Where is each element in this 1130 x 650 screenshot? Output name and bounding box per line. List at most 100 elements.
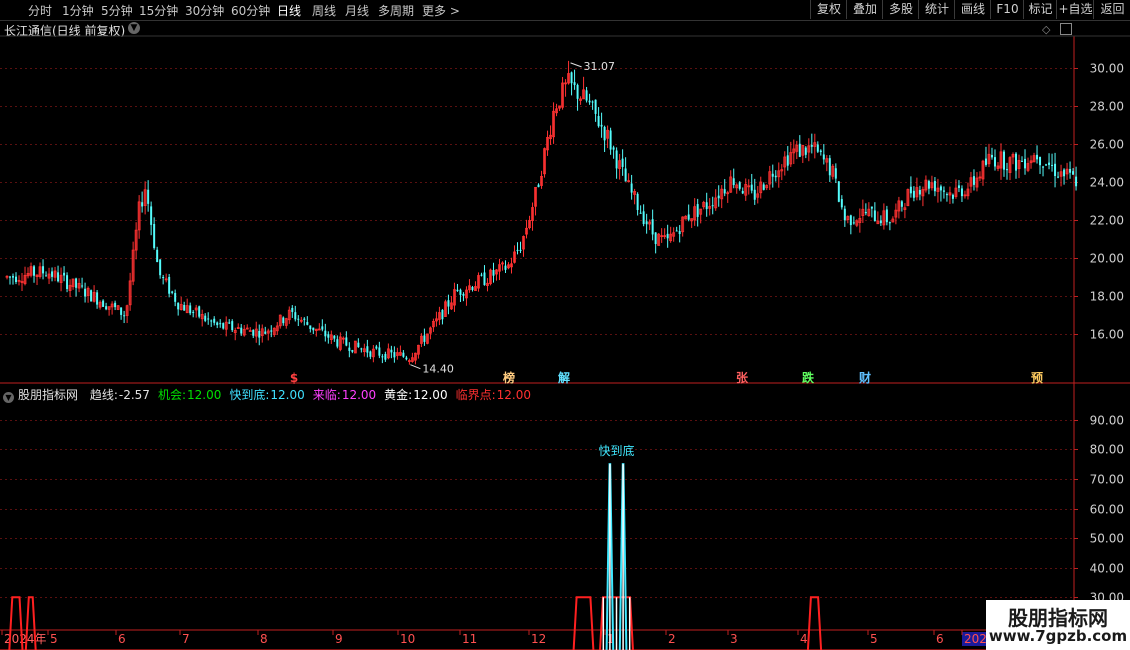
low-pointer [410,364,421,370]
candle-body [459,289,462,295]
candle-body [47,273,51,279]
candle-body [531,207,534,221]
candle-body [645,221,648,225]
candle-body [549,134,552,140]
signal-label: 快到底 [598,443,634,458]
indicator-pulse [605,463,615,650]
candle-body [627,180,631,183]
period-toolbar: 分时 1分钟 5分钟 15分钟 30分钟 60分钟 日线 周线 月线 多周期 更多 > 复权 叠加 多股统… [0,0,1130,21]
x-tick-label: 1 [607,632,615,646]
y-tick-label: 30.00 [1090,62,1124,76]
period-tab-2[interactable]: 5分钟 [101,2,133,19]
x-tick-label: 7 [182,632,190,646]
period-tab-7[interactable]: 周线 [312,2,336,19]
candle-body [663,235,667,238]
candle-body [831,165,835,177]
candle-body [720,188,724,200]
candle-body [432,320,435,328]
candle-body [153,224,156,249]
y-tick-label: 22.00 [1090,214,1124,228]
candle-body [114,302,117,308]
candle-body [588,100,591,103]
candle-body [708,206,712,209]
candle-body [297,318,300,320]
toolbar-button-3[interactable]: 统计 [918,0,955,19]
candle-body [441,309,444,320]
toolbar-button-2[interactable]: 多股 [882,0,919,19]
candle-body [353,340,357,354]
indicator-label: 趋线: [89,388,118,402]
candle-body [1057,176,1060,178]
candle-body [63,272,66,276]
toolbar-button-1[interactable]: 叠加 [846,0,883,19]
candle-body [696,204,699,217]
period-tab-10[interactable]: 更多 > [422,2,460,19]
chart-title: 长江通信(日线 前复权) [4,24,126,38]
candle-body [341,337,345,340]
candle-body [333,335,336,339]
period-tab-8[interactable]: 月线 [345,2,369,19]
candle-body [618,160,622,169]
period-tab-0[interactable]: 分时 [28,2,52,19]
candle-body [429,327,432,334]
low-label: 14.40 [422,363,454,376]
candle-body [786,155,789,166]
toolbar-button-7[interactable]: +自选 [1056,0,1094,19]
candle-body [303,318,306,320]
y-tick-label: 40.00 [1090,562,1124,576]
watermark-url: www.7gpzb.com [988,627,1128,645]
toolbar-button-4[interactable]: 画线 [954,0,991,19]
candle-body [1054,163,1057,176]
candle-body [999,151,1003,169]
indicator-value: 12.00 [496,388,531,402]
toolbar-button-6[interactable]: 标记 [1023,0,1057,19]
candle-body [555,108,558,114]
toolbar-button-0[interactable]: 复权 [810,0,847,19]
candle-body [699,208,703,215]
price-chart[interactable]: 16.00 18.00 20.00 22.00 24.00 26.00 28.00 30.00… [0,0,1130,650]
window-toggle-icon[interactable] [1060,23,1072,35]
candle-body [252,329,255,336]
candle-body [954,187,958,197]
candle-body [507,264,510,269]
candle-body [819,150,822,152]
candle-body [1024,158,1027,169]
candle-body [17,279,21,282]
candle-body [134,229,138,251]
toolbar-button-5[interactable]: F10 [990,0,1024,19]
candle-body [1021,160,1024,162]
candle-body [801,144,805,156]
candle-body [813,142,817,147]
period-tab-5[interactable]: 60分钟 [231,2,270,19]
period-tab-3[interactable]: 15分钟 [139,2,178,19]
chevron-down-icon[interactable]: ▼ [3,392,14,403]
y-tick-label: 90.00 [1090,414,1124,428]
period-tab-1[interactable]: 1分钟 [62,2,94,19]
candle-body [735,184,739,189]
period-tab-4[interactable]: 30分钟 [185,2,224,19]
candle-body [504,265,507,270]
candle-body [948,192,952,196]
candle-body [963,194,967,197]
candle-body [942,190,945,192]
period-tab-9[interactable]: 多周期 [378,2,414,19]
chevron-down-icon[interactable]: ▼ [128,22,140,34]
indicator-label: 临界点: [455,388,496,402]
candle-body [294,312,297,320]
x-tick-label: 3 [730,632,738,646]
toolbar-button-8[interactable]: 返回 [1093,0,1130,19]
candle-body [156,249,159,263]
candle-body [123,315,126,317]
candle-body [960,188,963,197]
candle-body [222,323,225,329]
candle-body [168,276,171,294]
candle-body [957,185,960,188]
candle-body [210,320,213,322]
candle-body [398,352,402,356]
y-tick-label: 80.00 [1090,443,1124,457]
candle-body [45,275,48,277]
candle-body [900,201,903,207]
diamond-icon[interactable]: ◇ [1042,23,1050,36]
candle-body [228,322,231,324]
period-tab-6[interactable]: 日线 [277,2,301,19]
